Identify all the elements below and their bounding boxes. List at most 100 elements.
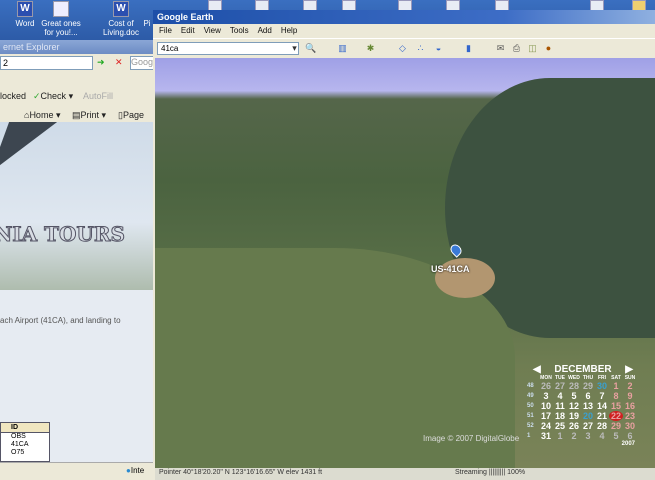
calendar-day[interactable]: 11 (553, 401, 567, 411)
calendar-year: 2007 (621, 441, 635, 447)
calendar-day[interactable]: 1 (553, 431, 567, 441)
calendar-day[interactable]: 3 (581, 431, 595, 441)
overlay-icon[interactable]: ◒ (433, 43, 444, 54)
next-month-icon[interactable]: ▶ (625, 364, 633, 375)
placemark-label[interactable]: US-41CA (431, 264, 470, 274)
calendar-day[interactable]: 12 (567, 401, 581, 411)
check-label: Check (40, 91, 67, 101)
calendar-day[interactable]: 20 (581, 411, 595, 421)
calendar-day[interactable]: 14 (595, 401, 609, 411)
search-input[interactable]: 41ca (157, 42, 299, 55)
desktop-icon-partial[interactable]: Pi (140, 0, 154, 28)
table-row: OBS (11, 433, 26, 440)
search-box[interactable]: Goog (130, 56, 155, 70)
desktop-icon-cost-of-living[interactable]: W Cost of Living.doc (96, 0, 146, 37)
calendar-day[interactable]: 18 (553, 411, 567, 421)
menu-bar: File Edit View Tools Add Help (153, 24, 655, 38)
calendar-day[interactable]: 5 (609, 431, 623, 441)
zone-label: Inte (130, 466, 145, 475)
calendar-day[interactable]: 10 (539, 401, 553, 411)
label: Word (15, 19, 35, 28)
popup-blocked-button[interactable]: locked (0, 91, 26, 101)
calendar-day[interactable]: 29 (581, 381, 595, 391)
calendar-overlay: ◀ DECEMBER ▶ MON TUE WED THU FRI SAT SUN 48 26 27 2… (527, 364, 639, 447)
sky-icon[interactable]: ● (543, 43, 554, 54)
earth-3d-view[interactable]: US-41CA Image © 2007 DigitalGlobe ◀ DECEM… (155, 58, 655, 468)
calendar-day[interactable]: 17 (539, 411, 553, 421)
calendar-day[interactable]: 30 (623, 421, 637, 431)
ruler-icon[interactable]: ▮ (463, 43, 474, 54)
calendar-day[interactable]: 4 (553, 391, 567, 401)
calendar-month: DECEMBER (554, 364, 612, 375)
calendar-day[interactable]: 4 (595, 431, 609, 441)
calendar-day[interactable]: 19 (567, 411, 581, 421)
print-button[interactable]: ▤Print ▾ (72, 110, 106, 121)
google-earth-window: Google Earth File Edit View Tools Add He… (153, 10, 655, 480)
calendar-day[interactable]: 13 (581, 401, 595, 411)
calendar-week: 48 26 27 28 29 30 1 2 (527, 381, 639, 391)
calendar-day[interactable]: 8 (609, 391, 623, 401)
calendar-week: 1 31 1 2 3 4 5 6 (527, 431, 639, 441)
menu-add[interactable]: Add (258, 26, 272, 36)
calendar-day[interactable]: 22 (609, 411, 623, 421)
calendar-day[interactable]: 31 (539, 431, 553, 441)
calendar-day[interactable]: 1 (609, 381, 623, 391)
calendar-day[interactable]: 16 (623, 401, 637, 411)
autofill-button[interactable]: AutoFill (83, 91, 113, 101)
prev-month-icon[interactable]: ◀ (533, 364, 541, 375)
table-header: ID (1, 423, 49, 433)
print-icon[interactable]: ⎙ (511, 43, 522, 54)
calendar-day[interactable]: 30 (595, 381, 609, 391)
calendar-day[interactable]: 26 (539, 381, 553, 391)
calendar-day[interactable]: 15 (609, 401, 623, 411)
menu-edit[interactable]: Edit (181, 26, 195, 36)
desktop-icon-great-ones[interactable]: Great ones for you!... (36, 0, 86, 37)
maps-icon[interactable]: ◫ (527, 43, 538, 54)
web-page-content: NIA TOURS ach Airport (41CA), and landin… (0, 122, 153, 462)
calendar-day[interactable]: 7 (595, 391, 609, 401)
calendar-day[interactable]: 5 (567, 391, 581, 401)
ge-status-bar: Pointer 40°18'20.20" N 123°16'16.65" W e… (155, 468, 655, 480)
calendar-day[interactable]: 6 (623, 431, 637, 441)
go-icon[interactable]: ➜ (97, 57, 105, 68)
calendar-day[interactable]: 29 (609, 421, 623, 431)
home-button[interactable]: ⌂Home ▾ (24, 110, 60, 121)
calendar-week: 52 24 25 26 27 28 29 30 (527, 421, 639, 431)
page-label: Page (122, 110, 144, 120)
calendar-day[interactable]: 3 (539, 391, 553, 401)
page-button[interactable]: ▯Page (118, 110, 144, 121)
menu-tools[interactable]: Tools (230, 26, 249, 36)
address-bar[interactable]: 2 (0, 56, 93, 70)
menu-help[interactable]: Help (281, 26, 297, 36)
calendar-day[interactable]: 28 (567, 381, 581, 391)
week-number: 52 (527, 423, 534, 429)
banner-title: NIA TOURS (0, 222, 125, 247)
path-icon[interactable]: ∴ (415, 43, 426, 54)
calendar-day[interactable]: 27 (581, 421, 595, 431)
calendar-day[interactable]: 24 (539, 421, 553, 431)
polygon-icon[interactable]: ◇ (397, 43, 408, 54)
calendar-day[interactable]: 2 (567, 431, 581, 441)
sidebar-icon[interactable]: ▥ (337, 43, 348, 54)
calendar-day[interactable]: 9 (623, 391, 637, 401)
calendar-day[interactable]: 6 (581, 391, 595, 401)
calendar-day[interactable]: 21 (595, 411, 609, 421)
calendar-week: 49 3 4 5 6 7 8 9 (527, 391, 639, 401)
menu-view[interactable]: View (204, 26, 221, 36)
label: Great ones for you!... (41, 19, 81, 37)
check-button[interactable]: ✓Check ▾ (33, 91, 73, 102)
calendar-day[interactable]: 23 (623, 411, 637, 421)
home-label: Home (29, 110, 54, 120)
dropdown-arrow-icon[interactable]: ▾ (289, 43, 300, 54)
calendar-day[interactable]: 26 (567, 421, 581, 431)
stop-icon[interactable]: ✕ (115, 57, 123, 68)
calendar-day[interactable]: 27 (553, 381, 567, 391)
menu-file[interactable]: File (159, 26, 172, 36)
search-icon[interactable]: 🔍 (305, 43, 316, 54)
placemark-icon[interactable]: ✱ (365, 43, 376, 54)
calendar-day[interactable]: 28 (595, 421, 609, 431)
email-icon[interactable]: ✉ (495, 43, 506, 54)
calendar-day[interactable]: 2 (623, 381, 637, 391)
calendar-day[interactable]: 25 (553, 421, 567, 431)
pointer-coordinates: Pointer 40°18'20.20" N 123°16'16.65" W e… (159, 469, 323, 476)
